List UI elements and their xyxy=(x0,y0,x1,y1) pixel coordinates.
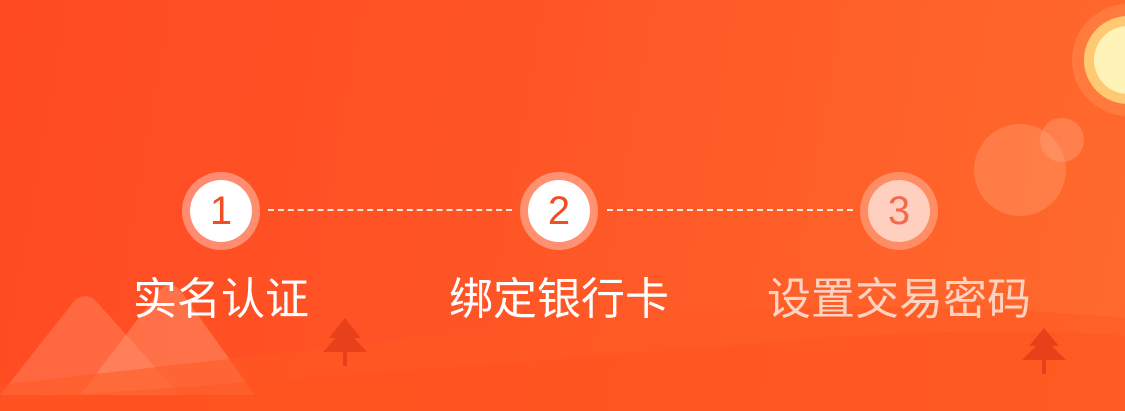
step-number: 2 xyxy=(528,180,590,242)
step-label: 实名认证 xyxy=(133,274,309,325)
progress-banner: 1 实名认证 2 绑定银行卡 3 设置交易密码 xyxy=(0,0,1125,411)
step-number-ring: 2 xyxy=(520,172,598,250)
step-connector xyxy=(268,209,512,211)
step-connector xyxy=(607,209,853,211)
step-indicator: 1 实名认证 2 绑定银行卡 3 设置交易密码 xyxy=(0,0,1125,411)
step-number: 3 xyxy=(868,180,930,242)
step-number-ring: 1 xyxy=(182,172,260,250)
step-number-ring: 3 xyxy=(860,172,938,250)
step-number: 1 xyxy=(190,180,252,242)
step-label: 绑定银行卡 xyxy=(449,274,669,325)
step-label: 设置交易密码 xyxy=(767,274,1031,325)
